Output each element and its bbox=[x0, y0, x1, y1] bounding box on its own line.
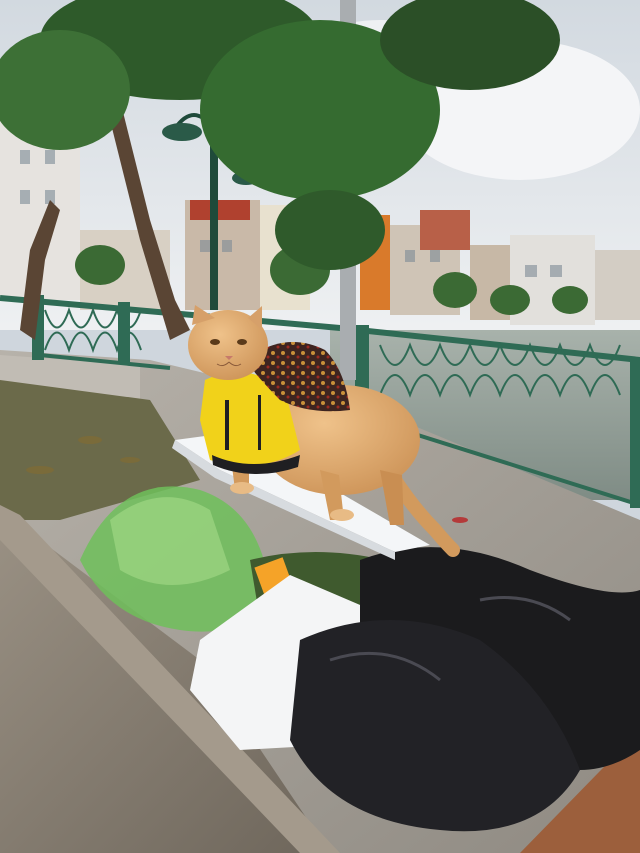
cat-eye bbox=[210, 339, 220, 345]
photo-scene bbox=[0, 0, 640, 853]
photo-illustration bbox=[0, 0, 640, 853]
cat-eye bbox=[237, 339, 247, 345]
